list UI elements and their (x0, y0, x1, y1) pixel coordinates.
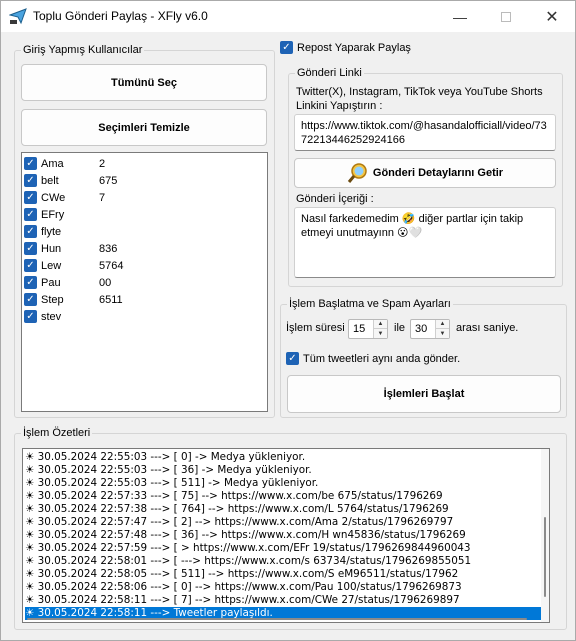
user-name: CWe (41, 191, 66, 204)
between-label: ile (394, 322, 406, 334)
clear-selection-button[interactable]: Seçimleri Temizle (21, 109, 267, 146)
window-title: Toplu Gönderi Paylaş - XFly v6.0 (33, 9, 208, 23)
post-url-input[interactable]: https://www.tiktok.com/@hasandalofficial… (294, 114, 556, 151)
user-checkbox[interactable]: ✓ (24, 276, 37, 289)
log-line[interactable]: ☀ 30.05.2024 22:57:47 ---> [ 2] --> http… (25, 516, 453, 529)
user-checkbox[interactable]: ✓ (24, 225, 37, 238)
send-all-checkbox[interactable]: ✓ (286, 352, 299, 365)
user-list-item[interactable]: ✓ EFry (24, 206, 99, 223)
user-name: Lew (41, 259, 62, 272)
user-name-tail: 2 (99, 157, 106, 170)
user-list-item[interactable]: ✓ CWe 7 (24, 189, 105, 206)
user-checkbox[interactable]: ✓ (24, 191, 37, 204)
max-up-arrow-icon[interactable]: ▲ (436, 320, 449, 329)
user-name-tail: 00 (99, 276, 112, 289)
user-checkbox[interactable]: ✓ (24, 174, 37, 187)
log-line[interactable]: ☀ 30.05.2024 22:55:03 ---> [ 511] -> Med… (25, 477, 318, 490)
user-checkbox[interactable]: ✓ (24, 259, 37, 272)
minimize-button[interactable]: — (437, 1, 483, 32)
log-vertical-scrollbar[interactable] (541, 449, 549, 622)
repost-checkbox-row[interactable]: ✓ Repost Yaparak Paylaş (280, 39, 411, 56)
min-up-arrow-icon[interactable]: ▲ (374, 320, 387, 329)
user-list-item[interactable]: ✓ belt 675 (24, 172, 117, 189)
user-name: stev (41, 310, 62, 323)
log-line[interactable]: ☀ 30.05.2024 22:55:03 ---> [ 36] -> Medy… (25, 464, 312, 477)
user-name: flyte (41, 225, 62, 238)
magnifier-icon (347, 163, 367, 183)
user-name: EFry (41, 208, 65, 221)
user-checkbox[interactable]: ✓ (24, 208, 37, 221)
duration-label: İşlem süresi (286, 322, 345, 334)
settings-legend: İşlem Başlatma ve Spam Ayarları (287, 298, 453, 310)
user-name-tail: 836 (99, 242, 118, 255)
max-seconds-value: 30 (415, 323, 428, 335)
user-list-item[interactable]: ✓ Pau 00 (24, 274, 111, 291)
send-all-checkbox-row[interactable]: ✓ Tüm tweetleri aynı anda gönder. (286, 350, 460, 367)
fetch-details-button[interactable]: Gönderi Detaylarını Getir (294, 158, 556, 188)
log-line[interactable]: ☀ 30.05.2024 22:58:01 ---> [ ---> https:… (25, 555, 471, 568)
app-window: Toplu Gönderi Paylaş - XFly v6.0 — ✕ Gir… (0, 0, 576, 641)
log-line[interactable]: ☀ 30.05.2024 22:57:48 ---> [ 36] --> htt… (25, 529, 466, 542)
log-line[interactable]: ☀ 30.05.2024 22:57:59 ---> [ > https://w… (25, 542, 471, 555)
user-list-item[interactable]: ✓ Lew 5764 (24, 257, 123, 274)
log-listbox[interactable]: ☀ 30.05.2024 22:58:11 ---> Tweetler payl… (22, 448, 550, 623)
close-button[interactable]: ✕ (529, 1, 575, 32)
log-line[interactable]: ☀ 30.05.2024 22:58:06 ---> [ 0] --> http… (25, 581, 462, 594)
range-suffix: arası saniye. (456, 322, 519, 334)
send-all-label: Tüm tweetleri aynı anda gönder. (303, 352, 461, 365)
title-bar: Toplu Gönderi Paylaş - XFly v6.0 — ✕ (1, 1, 575, 32)
log-line[interactable]: ☀ 30.05.2024 22:58:05 ---> [ 511] --> ht… (25, 568, 458, 581)
log-line[interactable]: ☀ 30.05.2024 22:57:38 ---> [ 764] --> ht… (25, 503, 449, 516)
repost-label: Repost Yaparak Paylaş (297, 41, 411, 54)
user-checkbox[interactable]: ✓ (24, 310, 37, 323)
user-checkbox[interactable]: ✓ (24, 242, 37, 255)
select-all-button[interactable]: Tümünü Seç (21, 64, 267, 101)
users-group-legend: Giriş Yapmış Kullanıcılar (21, 44, 145, 56)
user-name-tail: 7 (99, 191, 106, 204)
paper-plane-icon (9, 8, 27, 25)
min-seconds-value: 15 (353, 323, 366, 335)
user-list-item[interactable]: ✓ stev (24, 308, 99, 325)
user-name: Pau (41, 276, 61, 289)
log-line[interactable]: ☀ 30.05.2024 22:57:33 ---> [ 75] --> htt… (25, 490, 443, 503)
user-list-item[interactable]: ✓ flyte (24, 223, 99, 240)
maximize-icon (501, 11, 511, 22)
post-content-textarea[interactable]: Nasıl farkedemedim 🤣 diğer partlar için … (294, 207, 556, 278)
min-down-arrow-icon[interactable]: ▼ (374, 329, 387, 338)
user-name: Step (41, 293, 64, 306)
users-checklist[interactable]: ✓ Ama 2 ✓ belt 675 ✓ CWe 7 ✓ EFry ✓ flyte ✓ Hun 836 ✓ Lew… (21, 152, 268, 412)
max-down-arrow-icon[interactable]: ▼ (436, 329, 449, 338)
maximize-button[interactable] (483, 1, 529, 32)
user-checkbox[interactable]: ✓ (24, 293, 37, 306)
repost-checkbox[interactable]: ✓ (280, 41, 293, 54)
user-name-tail: 675 (99, 174, 118, 187)
link-instruction: Twitter(X), Instagram, TikTok veya YouTu… (296, 86, 543, 112)
user-checkbox[interactable]: ✓ (24, 157, 37, 170)
log-legend: İşlem Özetleri (21, 427, 93, 439)
user-list-item[interactable]: ✓ Step 6511 (24, 291, 123, 308)
user-list-item[interactable]: ✓ Ama 2 (24, 155, 105, 172)
log-line[interactable]: ☀ 30.05.2024 22:58:11 ---> [ 7] --> http… (25, 594, 460, 607)
start-button[interactable]: İşlemleri Başlat (287, 375, 561, 413)
user-name: Ama (41, 157, 64, 170)
log-line[interactable]: ☀ 30.05.2024 22:55:03 ---> [ 0] -> Medya… (25, 451, 305, 464)
content-label: Gönderi İçeriği : (296, 193, 374, 205)
post-link-legend: Gönderi Linki (295, 67, 364, 79)
max-seconds-stepper[interactable]: 30 ▲ ▼ (410, 319, 450, 339)
user-list-item[interactable]: ✓ Hun 836 (24, 240, 117, 257)
user-name: Hun (41, 242, 62, 255)
min-seconds-stepper[interactable]: 15 ▲ ▼ (348, 319, 388, 339)
user-name-tail: 5764 (99, 259, 124, 272)
fetch-details-label: Gönderi Detaylarını Getir (372, 167, 504, 179)
log-horizontal-scrollbar[interactable] (23, 616, 543, 622)
user-name-tail: 6511 (99, 293, 123, 306)
user-name: belt (41, 174, 59, 187)
